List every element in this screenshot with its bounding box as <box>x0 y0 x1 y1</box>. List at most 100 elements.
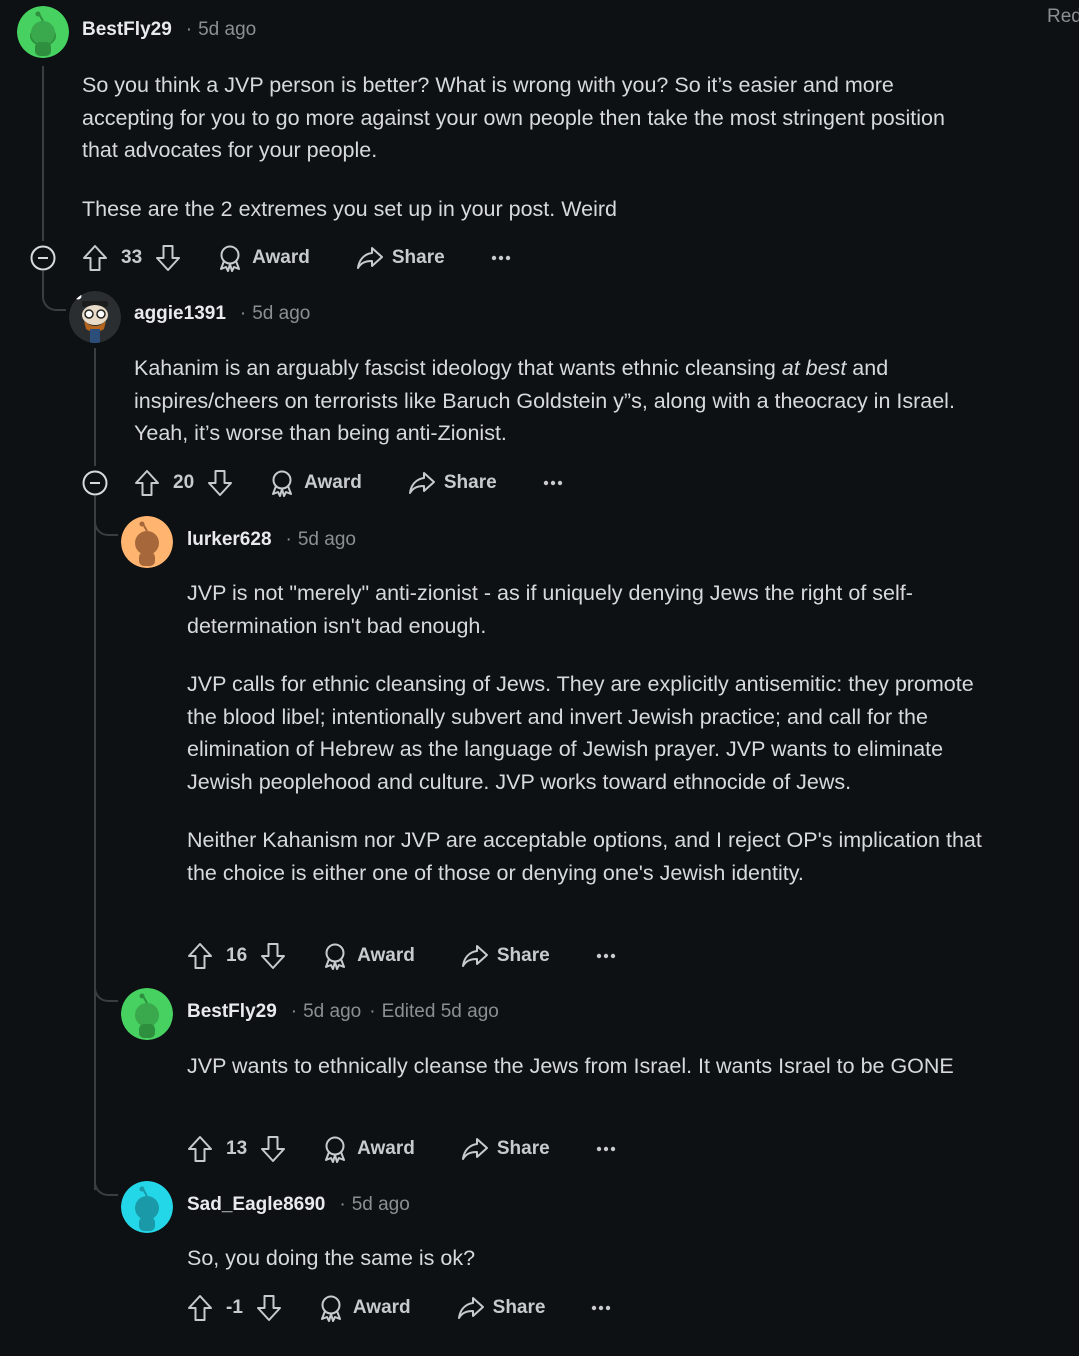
award-label: Award <box>357 945 415 966</box>
comment-paragraph: Kahanim is an arguably fascist ideology … <box>134 356 955 445</box>
comment-body: JVP wants to ethnically cleanse the Jews… <box>187 1050 957 1083</box>
username[interactable]: BestFly29 <box>187 1001 277 1023</box>
award-button[interactable]: Award <box>269 469 362 497</box>
snoo-avatar-icon <box>121 1181 173 1233</box>
vote-count: 20 <box>173 472 195 493</box>
award-icon <box>320 1295 341 1322</box>
upvote-icon[interactable] <box>134 469 160 497</box>
separator-dot: · <box>369 1001 376 1022</box>
snoo-avatar-icon <box>69 291 121 343</box>
avatar[interactable] <box>121 988 173 1040</box>
timestamp[interactable]: 5d ago <box>252 303 310 325</box>
timestamp[interactable]: 5d ago <box>298 529 356 551</box>
comment-paragraph: These are the 2 extremes you set up in y… <box>82 196 617 221</box>
upvote-icon[interactable] <box>187 1135 213 1163</box>
share-icon <box>356 247 383 269</box>
thread-connector <box>42 271 66 311</box>
more-icon[interactable] <box>491 255 511 261</box>
emphasis-text: at best <box>781 356 847 380</box>
award-button[interactable]: Award <box>322 942 415 970</box>
downvote-icon[interactable] <box>260 942 286 970</box>
award-label: Award <box>252 247 310 268</box>
username[interactable]: Sad_Eagle8690 <box>187 1194 325 1216</box>
comment-body: So, you doing the same is ok? <box>187 1242 957 1275</box>
collapse-icon[interactable] <box>82 470 108 496</box>
comment-meta: Sad_Eagle8690 · 5d ago <box>187 1194 410 1216</box>
award-button[interactable]: Award <box>217 244 310 272</box>
vote-count: 33 <box>121 247 143 268</box>
downvote-icon[interactable] <box>155 244 181 272</box>
comment-actions: 20 Award Share <box>134 467 563 499</box>
snoo-avatar-icon <box>121 516 173 568</box>
vote-count: -1 <box>226 1297 243 1318</box>
comment-actions: 16 Award Share <box>187 940 616 972</box>
thread-connector <box>94 1160 118 1196</box>
comment-paragraph: JVP wants to ethnically cleanse the Jews… <box>187 1054 954 1078</box>
timestamp[interactable]: 5d ago <box>303 1001 361 1023</box>
award-button[interactable]: Award <box>322 1135 415 1163</box>
share-button[interactable]: Share <box>457 1295 545 1321</box>
share-label: Share <box>496 945 550 966</box>
award-label: Award <box>357 1138 415 1159</box>
downvote-icon[interactable] <box>256 1294 282 1322</box>
separator-dot: · <box>239 303 247 324</box>
snoo-avatar-icon <box>17 6 69 58</box>
comment-body: Kahanim is an arguably fascist ideology … <box>134 352 964 450</box>
comment-paragraph: So you think a JVP person is better? Wha… <box>82 73 945 162</box>
collapse-icon[interactable] <box>30 245 56 271</box>
avatar[interactable] <box>17 6 69 58</box>
edited-label: Edited 5d ago <box>381 1001 499 1022</box>
username[interactable]: aggie1391 <box>134 303 226 325</box>
share-button[interactable]: Share <box>461 1136 550 1162</box>
share-button[interactable]: Share <box>356 245 445 271</box>
award-icon <box>325 943 346 970</box>
award-button[interactable]: Award <box>318 1294 411 1322</box>
avatar[interactable] <box>69 291 121 343</box>
more-icon[interactable] <box>591 1305 611 1311</box>
thread-line[interactable] <box>94 520 96 1000</box>
thread-connector <box>94 965 118 1002</box>
downvote-icon[interactable] <box>207 469 233 497</box>
comment-body: JVP is not "merely" anti-zionist - as if… <box>187 577 987 889</box>
comment-actions: 33 Award Share <box>82 242 511 274</box>
comment-paragraph: So, you doing the same is ok? <box>187 1246 476 1270</box>
comment-meta: BestFly29 · 5d ago <box>82 19 256 41</box>
award-label: Award <box>352 1297 411 1318</box>
comment-paragraph: JVP is not "merely" anti-zionist - as if… <box>187 581 913 638</box>
comment-actions: -1 Award Share <box>187 1292 611 1324</box>
share-icon <box>461 1138 488 1160</box>
snoo-avatar-icon <box>121 988 173 1040</box>
more-icon[interactable] <box>543 480 563 486</box>
downvote-icon[interactable] <box>260 1135 286 1163</box>
separator-dot: · <box>290 1001 298 1022</box>
upvote-icon[interactable] <box>187 942 213 970</box>
comment-meta: lurker628 · 5d ago <box>187 529 356 551</box>
thread-connector <box>94 496 118 536</box>
upvote-icon[interactable] <box>187 1294 213 1322</box>
share-button[interactable]: Share <box>461 943 550 969</box>
share-icon <box>457 1297 484 1319</box>
separator-dot: · <box>285 529 292 550</box>
award-label: Award <box>304 472 362 493</box>
share-icon <box>461 945 488 967</box>
share-icon <box>408 472 435 494</box>
comment-paragraph: JVP calls for ethnic cleansing of Jews. … <box>187 672 974 794</box>
username[interactable]: BestFly29 <box>82 19 172 41</box>
comment-meta: aggie1391 · 5d ago <box>134 303 310 325</box>
timestamp[interactable]: 5d ago <box>198 19 256 41</box>
thread-line[interactable] <box>42 66 44 241</box>
username[interactable]: lurker628 <box>187 529 272 551</box>
more-icon[interactable] <box>596 1146 616 1152</box>
avatar[interactable] <box>121 1181 173 1233</box>
timestamp[interactable]: 5d ago <box>352 1194 410 1216</box>
more-icon[interactable] <box>596 953 616 959</box>
upvote-icon[interactable] <box>82 244 108 272</box>
thread-line[interactable] <box>94 348 96 466</box>
separator-dot: · <box>339 1194 346 1215</box>
comment-meta: BestFly29 · 5d ago · Edited 5d ago <box>187 1001 499 1023</box>
vote-count: 13 <box>226 1138 248 1159</box>
comment-actions: 13 Award Share <box>187 1133 616 1165</box>
avatar[interactable] <box>121 516 173 568</box>
share-label: Share <box>391 247 445 268</box>
share-button[interactable]: Share <box>408 470 497 496</box>
